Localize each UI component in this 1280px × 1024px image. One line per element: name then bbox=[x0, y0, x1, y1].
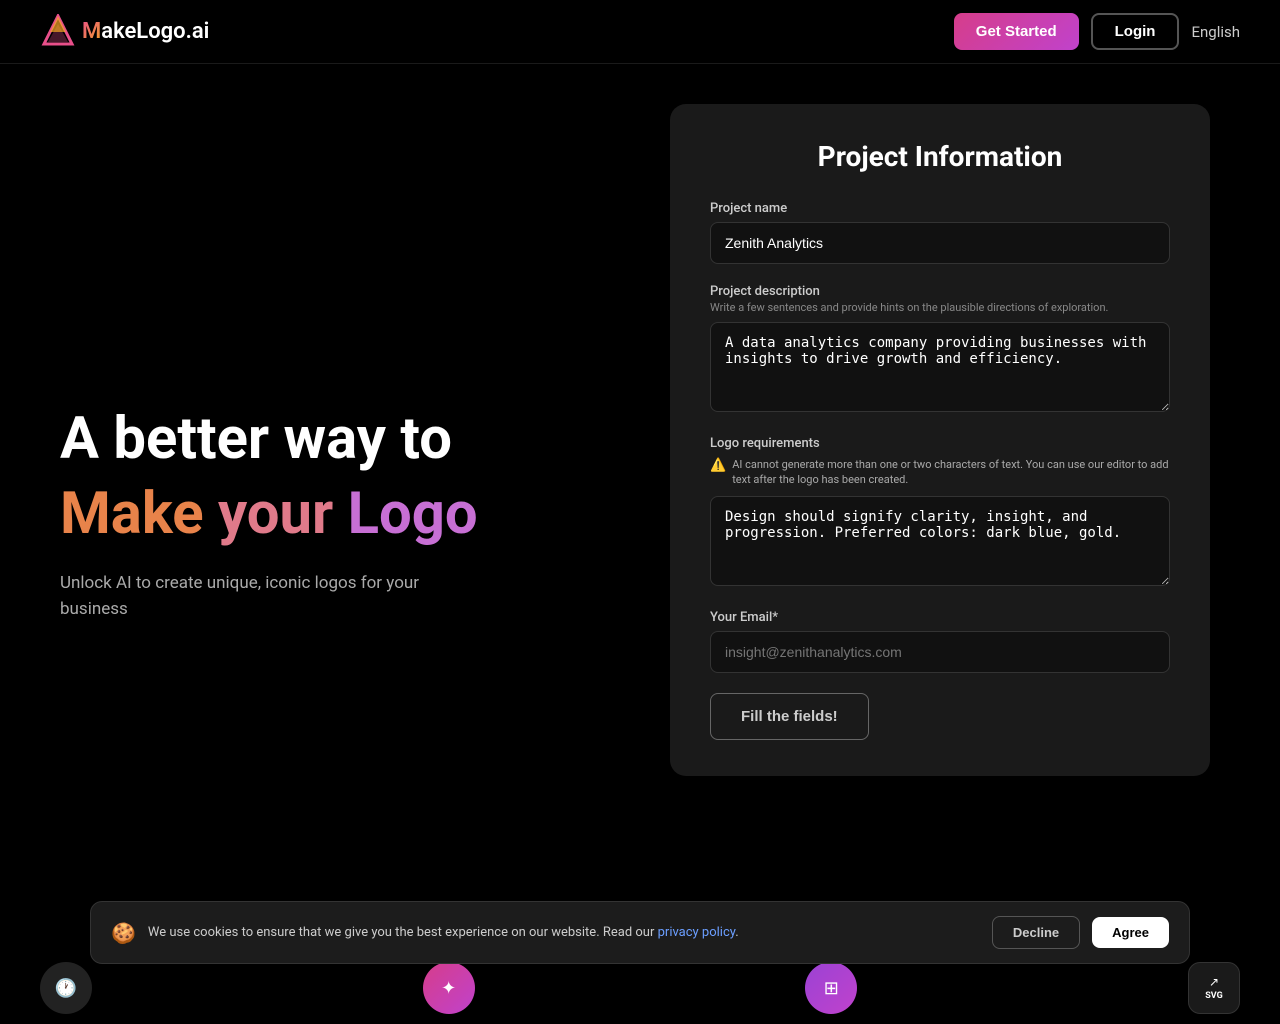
word-logo: Logo bbox=[348, 480, 478, 548]
get-started-button[interactable]: Get Started bbox=[954, 13, 1079, 50]
main-content: A better way to Make your Logo Unlock AI… bbox=[0, 64, 1280, 964]
word-make: Make bbox=[60, 480, 204, 548]
star-icon: ✦ bbox=[441, 978, 456, 999]
makelogo-icon bbox=[40, 14, 76, 50]
language-selector[interactable]: English bbox=[1191, 23, 1240, 41]
submit-button[interactable]: Fill the fields! bbox=[710, 693, 869, 740]
center-left-button[interactable]: ✦ bbox=[423, 962, 475, 1014]
logo-req-label: Logo requirements bbox=[710, 436, 1170, 451]
project-desc-textarea[interactable] bbox=[710, 322, 1170, 412]
clock-button[interactable]: 🕐 bbox=[40, 962, 92, 1014]
logo-req-group: Logo requirements ⚠️ AI cannot generate … bbox=[710, 436, 1170, 590]
svg-arrow-icon: ↗ bbox=[1209, 975, 1219, 989]
project-name-label: Project name bbox=[710, 201, 1170, 216]
logo-req-textarea[interactable] bbox=[710, 496, 1170, 586]
clock-icon: 🕐 bbox=[55, 978, 77, 999]
site-header: MakeLogo.ai Get Started Login English bbox=[0, 0, 1280, 64]
project-desc-group: Project description Write a few sentence… bbox=[710, 284, 1170, 416]
hero-headline: A better way to bbox=[60, 406, 560, 473]
cookie-icon: 🍪 bbox=[111, 921, 136, 945]
center-button[interactable]: ⊞ bbox=[805, 962, 857, 1014]
project-name-group: Project name bbox=[710, 201, 1170, 264]
hero-subtitle: Unlock AI to create unique, iconic logos… bbox=[60, 571, 480, 622]
privacy-policy-link[interactable]: privacy policy bbox=[658, 925, 736, 940]
project-name-input[interactable] bbox=[710, 222, 1170, 264]
form-card: Project Information Project name Project… bbox=[670, 104, 1210, 776]
cookie-banner: 🍪 We use cookies to ensure that we give … bbox=[90, 901, 1190, 964]
logo-text: MakeLogo.ai bbox=[82, 19, 209, 44]
grid-icon: ⊞ bbox=[824, 978, 839, 999]
warning-icon: ⚠️ bbox=[710, 457, 726, 475]
logo-area[interactable]: MakeLogo.ai bbox=[40, 14, 209, 50]
nav-right: Get Started Login English bbox=[954, 13, 1240, 50]
svg-button[interactable]: ↗ SVG bbox=[1188, 962, 1240, 1014]
cookie-text: We use cookies to ensure that we give yo… bbox=[148, 925, 980, 940]
word-your: your bbox=[218, 480, 333, 548]
hero-section: A better way to Make your Logo Unlock AI… bbox=[0, 64, 620, 964]
email-label: Your Email* bbox=[710, 610, 1170, 625]
hero-gradient-line: Make your Logo bbox=[60, 481, 560, 548]
email-input[interactable] bbox=[710, 631, 1170, 673]
email-group: Your Email* bbox=[710, 610, 1170, 673]
logo-req-warning-text: AI cannot generate more than one or two … bbox=[732, 457, 1170, 488]
login-button[interactable]: Login bbox=[1091, 13, 1180, 50]
agree-button[interactable]: Agree bbox=[1092, 917, 1169, 948]
logo-req-warning-row: ⚠️ AI cannot generate more than one or t… bbox=[710, 457, 1170, 488]
project-desc-label: Project description bbox=[710, 284, 1170, 299]
project-desc-sublabel: Write a few sentences and provide hints … bbox=[710, 301, 1170, 314]
bottom-icons: 🕐 ✦ ⊞ ↗ SVG bbox=[0, 962, 1280, 1014]
form-title: Project Information bbox=[710, 140, 1170, 173]
decline-button[interactable]: Decline bbox=[992, 916, 1080, 949]
form-panel: Project Information Project name Project… bbox=[620, 64, 1280, 964]
svg-label: SVG bbox=[1205, 991, 1223, 1001]
